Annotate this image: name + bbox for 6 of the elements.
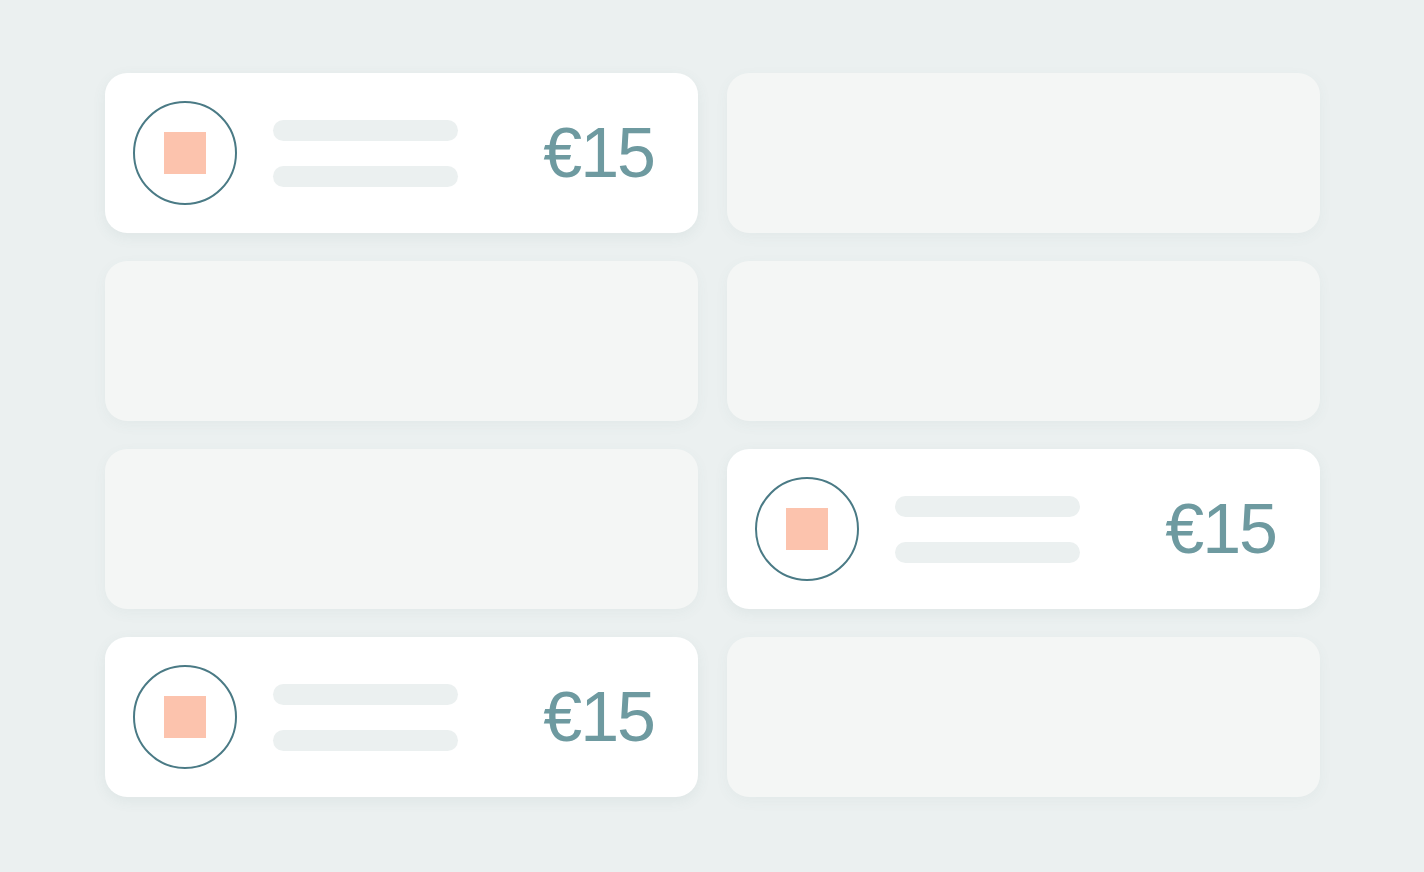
square-in-circle-icon xyxy=(133,101,237,205)
square-in-circle-icon xyxy=(133,665,237,769)
square-in-circle-icon xyxy=(755,477,859,581)
price: €15 xyxy=(1165,494,1276,564)
price: €15 xyxy=(543,118,654,188)
price: €15 xyxy=(543,682,654,752)
